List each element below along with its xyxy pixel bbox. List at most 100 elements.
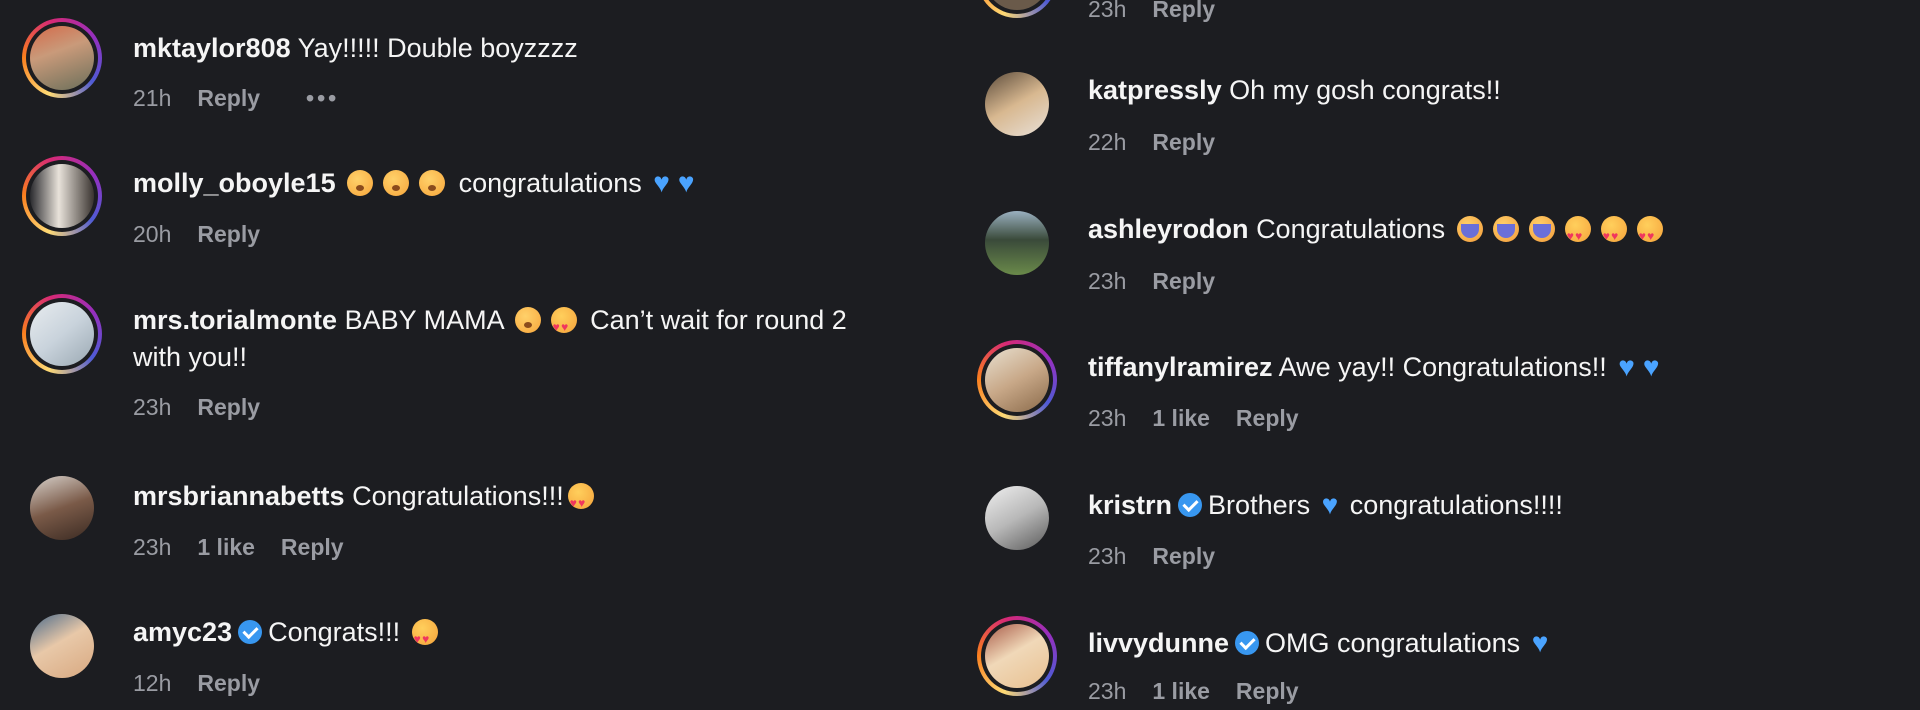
comment-text: katpressly Oh my gosh congrats!! [1088,72,1855,109]
avatar[interactable] [985,348,1049,412]
verified-badge-icon [238,620,263,644]
comment-body: Congratulations!!! [352,481,564,511]
username[interactable]: mrs.torialmonte [133,305,337,335]
comment-meta: 23h 1 like Reply [1088,405,1325,432]
username[interactable]: katpressly [1088,75,1222,105]
reply-button[interactable]: Reply [1152,129,1215,156]
blue-heart-icon: ♥ [1321,489,1339,520]
comment-body: Congrats!!! [268,617,401,647]
pleading-face-emoji-icon [514,307,541,333]
reply-button[interactable]: Reply [1236,405,1299,432]
comment-text: livvydunne OMG congratulations ♥ [1088,624,1855,662]
timestamp: 23h [133,394,172,420]
username[interactable]: mrsbriannabetts [133,481,345,511]
more-options-icon[interactable]: ••• [306,85,339,112]
avatar[interactable] [30,164,94,228]
comment-body: Brothers [1208,490,1311,520]
blue-heart-icon: ♥ [1531,627,1549,658]
story-ring[interactable] [22,18,102,98]
comment-meta: 12h Reply [133,670,286,697]
reply-button[interactable]: Reply [197,394,260,421]
comment-meta: 23h Reply [133,394,286,421]
reply-button[interactable]: Reply [1152,0,1215,23]
timestamp: 23h [1088,268,1127,294]
comments-column-right: 23h Reply katpressly Oh my gosh congrats… [955,0,1855,710]
avatar[interactable] [985,486,1049,550]
like-count[interactable]: 1 like [1152,405,1210,432]
pleading-face-emoji-icon [383,170,410,196]
timestamp: 23h [1088,678,1127,704]
avatar[interactable] [30,26,94,90]
comment-meta: 21h Reply ••• [133,85,365,112]
username[interactable]: kristrn [1088,490,1172,520]
comment-body: Congratulations [1256,214,1446,244]
comment-body: congratulations!!!! [1349,490,1563,520]
story-ring[interactable] [977,340,1057,420]
timestamp: 23h [1088,405,1127,431]
like-count[interactable]: 1 like [1152,678,1210,705]
comment-meta: 23h 1 like Reply [1088,678,1325,705]
heart-eyes-emoji-icon [567,483,594,522]
heart-eyes-emoji-icon [1636,216,1663,255]
like-count[interactable]: 1 like [197,534,255,561]
username[interactable]: molly_oboyle15 [133,168,336,198]
pleading-face-emoji-icon [419,170,446,196]
avatar[interactable] [30,476,94,540]
reply-button[interactable]: Reply [197,670,260,697]
heart-eyes-emoji-icon [1600,216,1627,255]
timestamp: 20h [133,221,172,247]
loudly-crying-emoji-icon [1528,216,1555,242]
reply-button[interactable]: Reply [197,221,260,248]
avatar[interactable] [985,72,1049,136]
username[interactable]: tiffanylramirez [1088,352,1273,382]
avatar[interactable] [985,0,1049,10]
timestamp: 12h [133,670,172,696]
avatar-wrap[interactable] [977,64,1057,144]
timestamp: 23h [1088,543,1127,569]
comment-meta: 23h Reply [1088,0,1241,23]
comment-body: Awe yay!! Congratulations!! [1278,352,1607,382]
avatar-wrap[interactable] [977,203,1057,283]
comment-body: Can’t wait for round 2 [590,305,847,335]
avatar[interactable] [985,211,1049,275]
username[interactable]: livvydunne [1088,628,1229,658]
avatar[interactable] [30,614,94,678]
reply-button[interactable]: Reply [281,534,344,561]
comment-text: mktaylor808 Yay!!!!! Double boyzzzz [133,30,900,67]
avatar[interactable] [985,624,1049,688]
username[interactable]: amyc23 [133,617,232,647]
reply-button[interactable]: Reply [1152,543,1215,570]
comment-meta: 23h Reply [1088,543,1241,570]
avatar[interactable] [30,302,94,366]
username[interactable]: mktaylor808 [133,33,291,63]
heart-eyes-emoji-icon [1564,216,1591,255]
avatar-wrap[interactable] [22,468,102,548]
story-ring[interactable] [977,616,1057,696]
timestamp: 23h [133,534,172,560]
loudly-crying-emoji-icon [1456,216,1483,242]
reply-button[interactable]: Reply [197,85,260,112]
comment-meta: 20h Reply [133,221,286,248]
timestamp: 22h [1088,129,1127,155]
comments-column-left: mktaylor808 Yay!!!!! Double boyzzzz 21h … [0,0,900,710]
blue-heart-icon: ♥ [1618,351,1635,382]
avatar-wrap[interactable] [977,478,1057,558]
comment-meta: 23h 1 like Reply [133,534,370,561]
comment-text: kristrn Brothers ♥ congratulations!!!! [1088,486,1855,524]
reply-button[interactable]: Reply [1152,268,1215,295]
comment-body: with you!! [133,342,248,372]
comment-text: amyc23 Congrats!!! [133,614,900,658]
comment-body: OMG congratulations [1265,628,1521,658]
story-ring[interactable] [22,156,102,236]
username[interactable]: ashleyrodon [1088,214,1249,244]
comment-body: congratulations [458,168,642,198]
reply-button[interactable]: Reply [1236,678,1299,705]
heart-eyes-emoji-icon [411,619,438,658]
comment-meta: 22h Reply [1088,129,1241,156]
blue-heart-icon: ♥ [677,167,695,198]
comment-text: mrs.torialmonte BABY MAMA Can’t wait for… [133,302,900,376]
loudly-crying-emoji-icon [1492,216,1519,242]
story-ring[interactable] [977,0,1057,18]
story-ring[interactable] [22,294,102,374]
avatar-wrap[interactable] [22,606,102,686]
